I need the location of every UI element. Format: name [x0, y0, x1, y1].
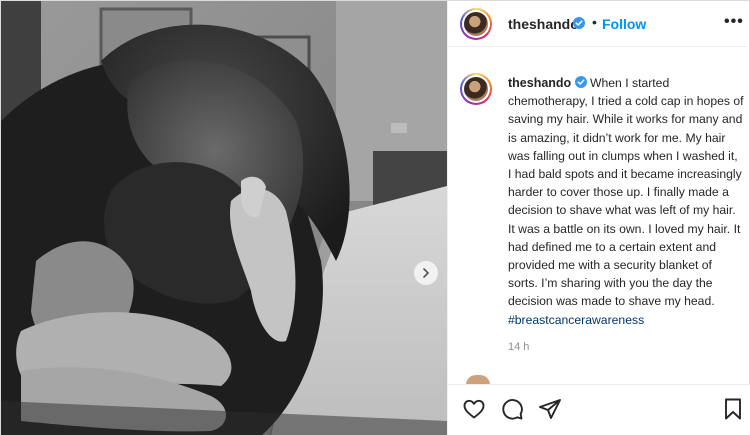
follow-button[interactable]: Follow	[602, 16, 646, 32]
verified-badge-icon	[574, 76, 587, 88]
comment-bubble-icon[interactable]	[500, 397, 524, 421]
bookmark-icon[interactable]	[721, 397, 745, 421]
next-image-button[interactable]	[414, 261, 438, 285]
heart-icon[interactable]	[462, 397, 486, 421]
post-photo[interactable]	[1, 1, 447, 435]
caption-username[interactable]: theshando	[508, 76, 571, 90]
author-username[interactable]: theshando	[508, 16, 579, 32]
caption-block: theshando When I started chemotherapy, I…	[448, 65, 750, 365]
instagram-post: theshando • Follow ••• theshando When I …	[0, 0, 750, 435]
caption-text: theshando When I started chemotherapy, I…	[508, 74, 744, 329]
avatar-image	[464, 12, 488, 36]
more-options-button[interactable]: •••	[724, 13, 744, 31]
paper-plane-icon[interactable]	[538, 397, 562, 421]
post-side-panel: theshando • Follow ••• theshando When I …	[447, 1, 750, 435]
hashtag-link[interactable]: #breastcancerawareness	[508, 313, 644, 327]
caption-body: When I started chemotherapy, I tried a c…	[508, 76, 744, 309]
avatar-image	[464, 77, 488, 101]
verified-badge-icon	[573, 17, 585, 29]
post-timestamp: 14 h	[508, 341, 530, 353]
separator-dot: •	[592, 14, 597, 30]
action-bar	[448, 384, 750, 435]
post-header: theshando • Follow •••	[448, 1, 750, 47]
caption-author-avatar[interactable]	[460, 73, 492, 105]
chevron-right-icon	[423, 268, 430, 278]
photo-image	[1, 1, 447, 435]
author-avatar[interactable]	[460, 8, 492, 40]
